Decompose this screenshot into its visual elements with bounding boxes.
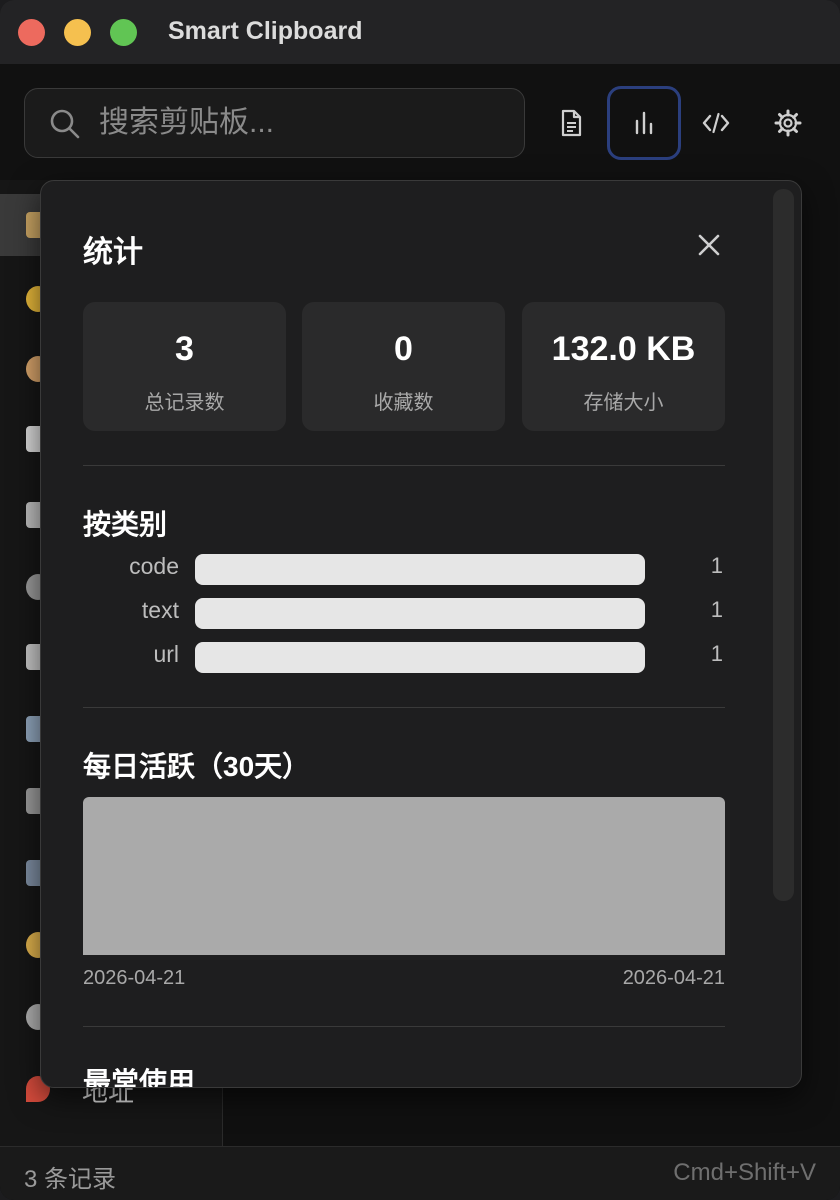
category-section-title: 按类别 [83,509,168,540]
category-row: code 1 [83,553,725,585]
toolbar [0,64,840,180]
shortcut-hint: Cmd+Shift+V [673,1159,816,1186]
category-row: url 1 [83,641,725,673]
code-icon [702,112,730,134]
search-input[interactable] [99,89,509,157]
document-icon [561,109,582,137]
title-bar: Smart Clipboard [0,0,840,64]
chart-start-date: 2026-04-21 [83,967,186,989]
panel-title: 统计 [83,236,143,269]
category-count: 1 [710,641,723,666]
daily-activity-chart [83,797,725,955]
category-bar [195,642,645,673]
code-button[interactable] [679,86,753,160]
category-bar-track [195,554,645,585]
category-bar [195,554,645,585]
documents-button[interactable] [534,86,608,160]
most-used-section-title: 最常使用 [83,1067,196,1088]
category-bar-track [195,642,645,673]
status-bar: 3 条记录 Cmd+Shift+V [0,1146,840,1200]
category-label: url [153,641,179,667]
stat-label: 总记录数 [144,392,225,414]
app-window: Smart Clipboard 搜索剪贴板... 地址 3 条记录 Cmd+Sh… [0,0,840,1200]
category-label: code [129,553,179,579]
gear-icon [774,109,802,137]
search-icon [50,109,80,139]
category-bar [195,598,645,629]
divider [83,707,725,708]
stat-value: 0 [394,330,413,368]
category-bar-track [195,598,645,629]
stat-card-favorites: 0 收藏数 [302,302,505,431]
divider [83,1026,725,1027]
stat-label: 收藏数 [373,392,434,414]
category-count: 1 [710,597,723,622]
stat-card-storage: 132.0 KB 存储大小 [522,302,725,431]
category-label: text [141,597,179,623]
maximize-window-button[interactable] [110,19,137,46]
chart-end-date: 2026-04-21 [622,967,725,989]
category-count: 1 [710,553,723,578]
bar-chart-icon [635,111,653,135]
window-title: Smart Clipboard [168,17,363,45]
settings-button[interactable] [751,86,825,160]
record-count: 3 条记录 [24,1166,117,1193]
stat-label: 存储大小 [583,392,664,414]
close-window-button[interactable] [18,19,45,46]
stat-card-total: 3 总记录数 [83,302,286,431]
divider [83,465,725,466]
category-row: text 1 [83,597,725,629]
minimize-window-button[interactable] [64,19,91,46]
search-box[interactable] [24,88,525,158]
daily-section-title: 每日活跃（30天） [83,751,311,782]
close-icon[interactable] [693,229,725,261]
stat-value: 132.0 KB [551,330,696,368]
stat-value: 3 [175,330,194,368]
statistics-panel: 统计 3 总记录数 0 收藏数 132.0 KB 存储大小 按类别 code 1 [40,180,802,1088]
panel-scrollbar[interactable] [773,189,794,901]
statistics-button[interactable] [607,86,681,160]
